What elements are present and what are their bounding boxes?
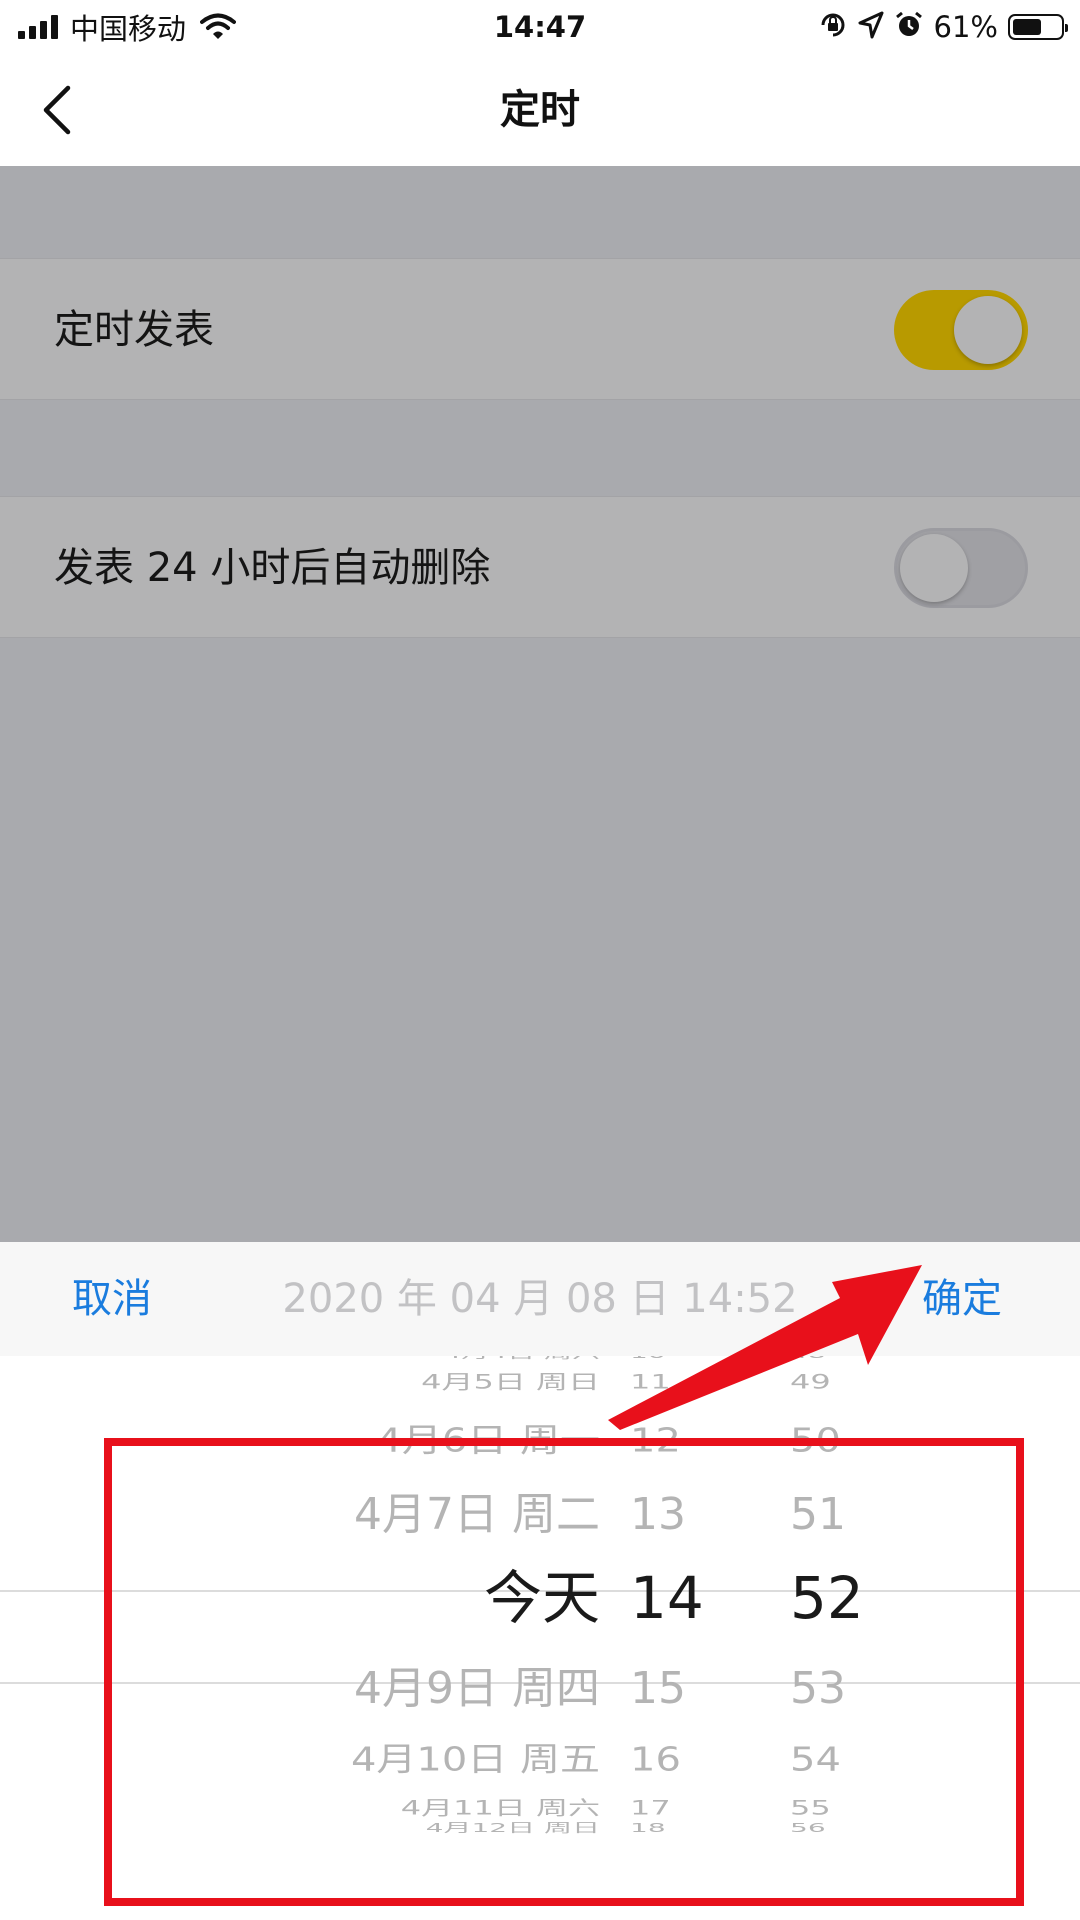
confirm-button[interactable]: 确定 (922, 1242, 1002, 1356)
picker-day-option[interactable]: 4月5日 周日 (421, 1370, 600, 1394)
scheduled-post-toggle[interactable] (894, 290, 1028, 370)
picker-hour-option[interactable]: 10 (630, 1356, 666, 1361)
picker-minute-option[interactable]: 48 (790, 1356, 826, 1361)
toggle-knob (954, 296, 1022, 364)
location-icon (858, 11, 884, 43)
picker-summary: 2020 年 04 月 08 日 14:52 (282, 1276, 798, 1322)
settings-row-auto-delete: 发表 24 小时后自动删除 (0, 496, 1080, 638)
picker-hour-option[interactable]: 11 (630, 1370, 671, 1394)
toggle-knob (900, 534, 968, 602)
picker-toolbar: 取消 2020 年 04 月 08 日 14:52 确定 (0, 1242, 1080, 1356)
picker-day-option[interactable]: 4月4日 周六 (443, 1356, 600, 1361)
auto-delete-toggle[interactable] (894, 528, 1028, 608)
battery-level (1013, 19, 1042, 35)
annotation-highlight-box (104, 1438, 1024, 1906)
battery-icon (1008, 14, 1068, 40)
rotation-lock-icon (818, 10, 848, 44)
page-title: 定时 (500, 87, 580, 133)
status-bar: 中国移动 14:47 61% (0, 0, 1080, 54)
battery-percent: 61% (933, 10, 998, 44)
picker-minute-option[interactable]: 49 (790, 1370, 831, 1394)
scheduled-post-label: 定时发表 (54, 307, 214, 353)
auto-delete-label: 发表 24 小时后自动删除 (54, 545, 491, 591)
nav-bar: 定时 (0, 54, 1080, 166)
status-right: 61% (818, 8, 1068, 46)
alarm-icon (894, 10, 924, 44)
settings-row-scheduled-post: 定时发表 (0, 258, 1080, 400)
